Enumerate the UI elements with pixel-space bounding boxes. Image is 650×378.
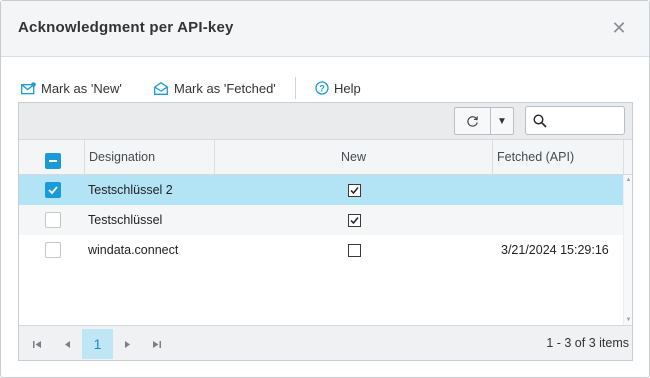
pager: 1 1 - 3 of 3 items [19,325,632,360]
vertical-scrollbar[interactable]: ▲ ▼ [623,175,632,325]
checkmark-icon [48,186,58,195]
designation-cell: Testschlüssel 2 [88,183,173,197]
row-checkbox[interactable] [45,182,61,198]
dialog-titlebar: Acknowledgment per API-key ✕ [1,1,649,57]
column-header-designation[interactable]: Designation [85,140,215,174]
toolbar: Mark as 'New' Mark as 'Fetched' ? Help [1,74,649,102]
column-header-fetched[interactable]: Fetched (API) [493,140,624,174]
pager-info: 1 - 3 of 3 items [546,336,629,350]
help-button[interactable]: ? Help [315,78,361,98]
mail-open-icon [154,81,168,95]
fetched-cell: 3/21/2024 15:29:16 [501,243,609,257]
mark-as-new-button[interactable]: Mark as 'New' [21,78,122,98]
search-input[interactable] [552,110,620,131]
dialog: Acknowledgment per API-key ✕ Mark as 'Ne… [0,0,650,378]
select-all-cell [19,140,85,174]
grid-header: Designation New Fetched (API) [19,140,632,175]
dialog-title: Acknowledgment per API-key [18,19,234,36]
row-checkbox[interactable] [45,242,61,258]
scroll-down-icon[interactable]: ▼ [625,317,632,323]
toolbar-divider [295,77,296,99]
new-checkbox-unchecked [348,244,361,257]
help-icon: ? [315,81,329,95]
new-checkbox-checked [348,214,361,227]
table-row[interactable]: Testschlüssel 2 [19,175,623,205]
api-key-grid: ▼ Designation New Fetched (API) Testschl… [18,102,633,361]
refresh-icon [467,115,478,127]
mail-new-icon [21,81,36,94]
column-header-new[interactable]: New [215,140,493,174]
search-field[interactable] [525,106,625,135]
row-checkbox[interactable] [45,212,61,228]
new-checkbox-checked [348,184,361,197]
select-all-checkbox[interactable] [45,153,61,169]
checkmark-icon [350,187,359,195]
first-page-icon[interactable] [22,330,52,359]
svg-text:?: ? [319,83,325,93]
chevron-down-icon[interactable]: ▼ [490,107,514,135]
mark-as-new-label: Mark as 'New' [41,80,122,96]
search-icon [533,114,547,128]
previous-page-icon[interactable] [52,330,82,359]
grid-toolbar: ▼ [19,103,632,140]
table-row[interactable]: Testschlüssel [19,205,623,235]
current-page-button[interactable]: 1 [82,329,113,359]
designation-cell: Testschlüssel [88,213,163,227]
last-page-icon[interactable] [141,330,171,359]
designation-cell: windata.connect [88,243,179,257]
refresh-button[interactable] [454,107,491,135]
mark-as-fetched-label: Mark as 'Fetched' [174,80,276,96]
scroll-up-icon[interactable]: ▲ [625,177,632,183]
next-page-icon[interactable] [112,330,142,359]
table-row[interactable]: windata.connect 3/21/2024 15:29:16 [19,235,623,265]
help-label: Help [334,80,361,96]
close-icon[interactable]: ✕ [610,19,628,37]
checkmark-icon [350,217,359,225]
mark-as-fetched-button[interactable]: Mark as 'Fetched' [154,78,276,98]
